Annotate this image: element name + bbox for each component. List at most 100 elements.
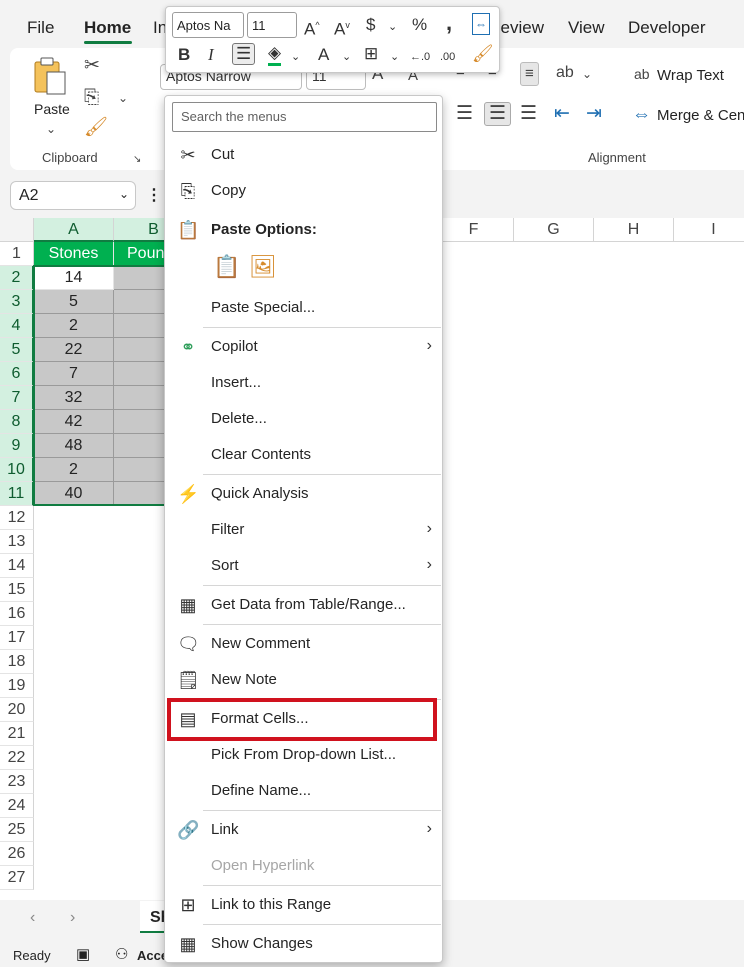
- menu-item-define-name[interactable]: Define Name...: [165, 773, 442, 809]
- bold-button[interactable]: B: [178, 45, 190, 65]
- chevron-down-icon[interactable]: ⌄: [119, 187, 129, 201]
- center-align-icon[interactable]: ☰: [232, 43, 256, 65]
- decrease-indent-icon[interactable]: ⇤: [554, 104, 570, 124]
- menu-item-copilot[interactable]: ⚭ Copilot ›: [165, 329, 442, 365]
- stones-cell[interactable]: 14: [34, 266, 114, 290]
- pounds-cell[interactable]: [114, 434, 166, 458]
- menu-item-show-changes[interactable]: ▦ Show Changes: [165, 926, 442, 962]
- increase-decimal-icon[interactable]: ←.0: [410, 47, 430, 67]
- row-header[interactable]: 22: [0, 746, 34, 770]
- comma-style-icon[interactable]: ,: [446, 12, 452, 34]
- paste-picture-icon[interactable]: 🖼: [249, 254, 277, 280]
- stones-cell[interactable]: 40: [34, 482, 114, 506]
- row-header[interactable]: 20: [0, 698, 34, 722]
- pounds-cell[interactable]: [114, 266, 166, 290]
- menu-item-link-range[interactable]: ⊞ Link to this Range: [165, 887, 442, 923]
- row-header[interactable]: 5: [0, 338, 34, 362]
- pounds-cell[interactable]: [114, 290, 166, 314]
- row-header[interactable]: 7: [0, 386, 34, 410]
- column-header[interactable]: I: [674, 218, 744, 242]
- pounds-cell[interactable]: [114, 338, 166, 362]
- align-right-icon[interactable]: ☰: [520, 104, 537, 124]
- menu-item-sort[interactable]: Sort ›: [165, 548, 442, 584]
- menu-item-paste-special[interactable]: Paste Special...: [165, 290, 442, 326]
- merge-center-icon[interactable]: ⇔: [632, 105, 651, 125]
- wrap-text-button[interactable]: Wrap Text: [657, 67, 724, 84]
- row-header[interactable]: 15: [0, 578, 34, 602]
- stones-cell[interactable]: 5: [34, 290, 114, 314]
- column-header[interactable]: A: [34, 218, 114, 242]
- row-header[interactable]: 14: [0, 554, 34, 578]
- row-header[interactable]: 25: [0, 818, 34, 842]
- menu-item-filter[interactable]: Filter ›: [165, 512, 442, 548]
- wrap-text-icon[interactable]: ab: [634, 64, 650, 84]
- menu-item-link[interactable]: 🔗 Link ›: [165, 812, 442, 848]
- column-header[interactable]: G: [514, 218, 594, 242]
- row-header[interactable]: 6: [0, 362, 34, 386]
- font-color-button[interactable]: A: [318, 45, 329, 65]
- stones-cell[interactable]: 32: [34, 386, 114, 410]
- tab-developer[interactable]: Developer: [628, 18, 706, 38]
- row-header[interactable]: 11: [0, 482, 34, 506]
- bottom-align-icon[interactable]: ≡: [520, 62, 539, 86]
- header-cell-pounds[interactable]: Pounds: [114, 242, 166, 266]
- row-header[interactable]: 8: [0, 410, 34, 434]
- menu-item-pick-dropdown[interactable]: Pick From Drop-down List...: [165, 737, 442, 773]
- grow-font-icon[interactable]: A^: [304, 15, 320, 40]
- row-header[interactable]: 27: [0, 866, 34, 890]
- row-header[interactable]: 12: [0, 506, 34, 530]
- align-center-icon[interactable]: ☰: [484, 102, 512, 126]
- format-painter-icon[interactable]: 🖌: [472, 44, 494, 64]
- header-cell-stones[interactable]: Stones: [34, 242, 114, 266]
- row-header[interactable]: 21: [0, 722, 34, 746]
- fill-color-dropdown-icon[interactable]: ⌄: [291, 47, 300, 67]
- fill-color-icon[interactable]: ◈: [268, 43, 282, 66]
- chevron-right-icon[interactable]: ›: [70, 909, 75, 927]
- row-header[interactable]: 16: [0, 602, 34, 626]
- menu-item-new-note[interactable]: 🗒 New Note: [165, 662, 442, 698]
- stones-cell[interactable]: 42: [34, 410, 114, 434]
- mini-font-name[interactable]: Aptos Na: [172, 12, 244, 38]
- row-header[interactable]: 9: [0, 434, 34, 458]
- stones-cell[interactable]: 22: [34, 338, 114, 362]
- formula-bar-more-icon[interactable]: ⋮: [146, 185, 162, 205]
- currency-dropdown-icon[interactable]: ⌄: [388, 17, 397, 37]
- tab-home[interactable]: Home: [84, 18, 131, 38]
- currency-icon[interactable]: $: [366, 15, 375, 35]
- pounds-cell[interactable]: [114, 386, 166, 410]
- tab-view[interactable]: View: [568, 18, 605, 38]
- cut-icon[interactable]: ✂: [84, 56, 100, 76]
- row-header[interactable]: 3: [0, 290, 34, 314]
- row-header[interactable]: 18: [0, 650, 34, 674]
- format-painter-icon[interactable]: 🖌: [84, 118, 108, 138]
- menu-item-new-comment[interactable]: 🗨 New Comment: [165, 626, 442, 662]
- name-box[interactable]: A2 ⌄: [10, 181, 136, 210]
- shrink-font-icon[interactable]: Av: [334, 15, 350, 40]
- paste-dropdown-icon[interactable]: ⌄: [46, 119, 56, 139]
- search-menus-input[interactable]: Search the menus: [172, 102, 437, 132]
- merge-icon[interactable]: ⇔: [472, 13, 490, 35]
- stones-cell[interactable]: 7: [34, 362, 114, 386]
- align-left-icon[interactable]: ☰: [456, 104, 473, 124]
- stones-cell[interactable]: 2: [34, 458, 114, 482]
- mini-font-size[interactable]: 11: [247, 12, 297, 38]
- chevron-left-icon[interactable]: ‹: [30, 909, 35, 927]
- macro-record-icon[interactable]: ▣: [76, 945, 90, 963]
- tab-file[interactable]: File: [27, 18, 54, 38]
- borders-icon[interactable]: ⊞: [364, 44, 378, 64]
- paste-icon[interactable]: 📋: [213, 254, 240, 280]
- font-color-dropdown-icon[interactable]: ⌄: [342, 47, 351, 67]
- pounds-cell[interactable]: [114, 362, 166, 386]
- select-all-corner[interactable]: [0, 218, 34, 242]
- pounds-cell[interactable]: [114, 482, 166, 506]
- tab-insert[interactable]: Insert: [153, 18, 165, 38]
- pounds-cell[interactable]: [114, 458, 166, 482]
- increase-indent-icon[interactable]: ⇥: [586, 104, 602, 124]
- accessibility-icon[interactable]: ⚇: [115, 945, 128, 963]
- menu-item-delete[interactable]: Delete...: [165, 401, 442, 437]
- clipboard-launcher-icon[interactable]: ↘: [133, 150, 141, 170]
- borders-dropdown-icon[interactable]: ⌄: [390, 47, 399, 67]
- pounds-cell[interactable]: [114, 314, 166, 338]
- stones-cell[interactable]: 2: [34, 314, 114, 338]
- percent-icon[interactable]: %: [412, 15, 427, 35]
